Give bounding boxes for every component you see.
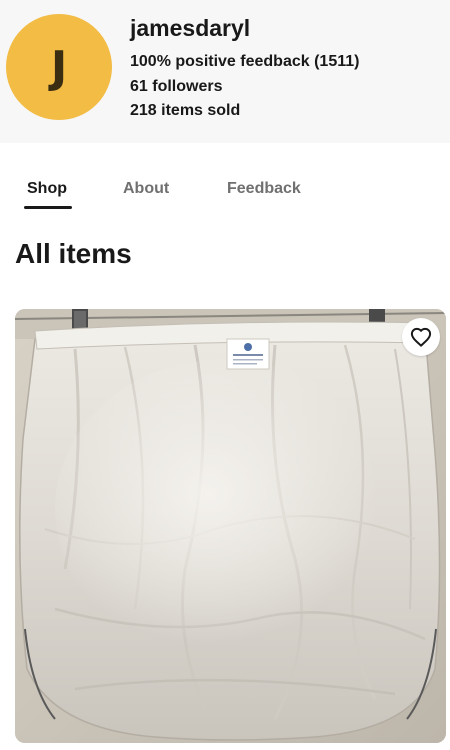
tab-feedback[interactable]: Feedback <box>227 179 301 199</box>
active-tab-indicator <box>24 206 72 209</box>
seller-avatar[interactable]: J <box>6 14 112 120</box>
section-title: All items <box>15 238 132 269</box>
avatar-letter: J <box>50 42 68 93</box>
item-card[interactable] <box>15 309 446 743</box>
tab-shop[interactable]: Shop <box>27 179 67 199</box>
seller-header: J jamesdaryl 100% positive feedback (151… <box>0 0 450 143</box>
seller-name[interactable]: jamesdaryl <box>130 14 250 42</box>
item-image[interactable] <box>15 309 446 743</box>
seller-feedback-score[interactable]: 100% positive feedback (1511) <box>130 52 359 72</box>
favorite-button[interactable] <box>402 318 440 356</box>
seller-items-sold: 218 items sold <box>130 102 241 119</box>
heart-outline-icon <box>410 327 432 347</box>
seller-followers-count: 61 followers <box>130 78 223 95</box>
tab-about[interactable]: About <box>123 179 169 199</box>
store-tabs: Shop About Feedback <box>0 143 450 213</box>
